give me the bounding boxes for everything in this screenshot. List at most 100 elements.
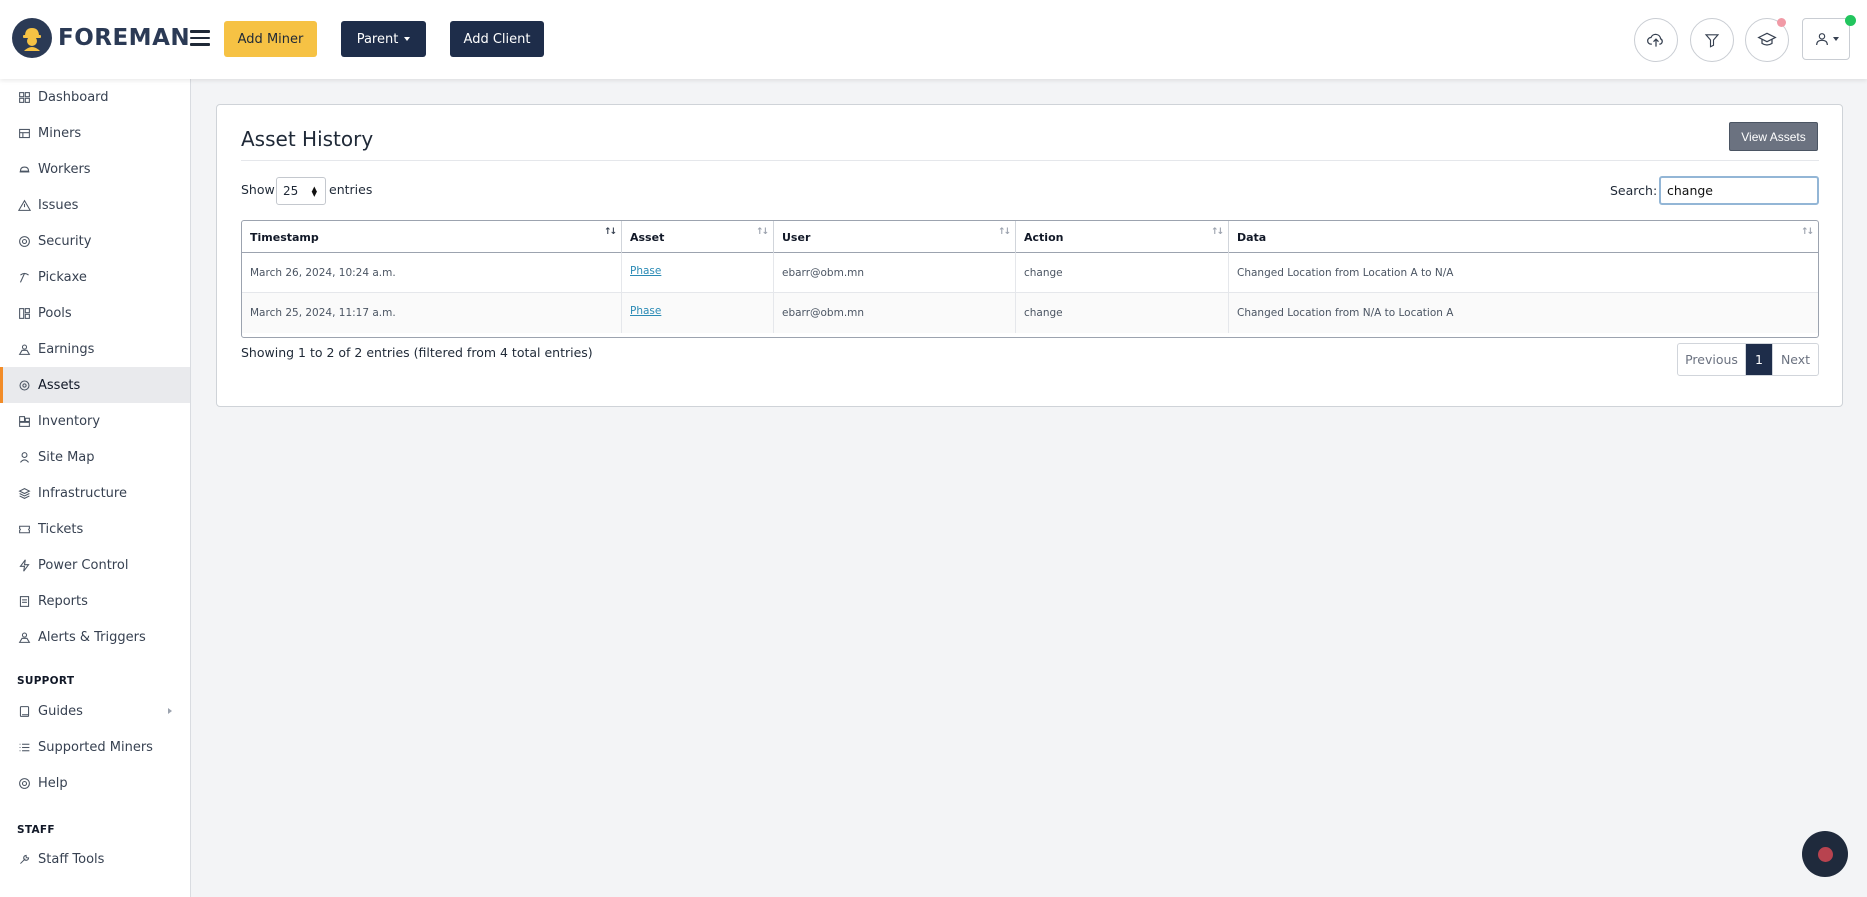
graduation-cap-icon [1757,32,1777,46]
sidebar-item-supported-miners[interactable]: Supported Miners [0,729,190,765]
sidebar-item-label: Reports [38,593,88,609]
add-client-button[interactable]: Add Client [450,21,544,57]
filter-button[interactable] [1690,18,1734,62]
upload-button[interactable] [1634,18,1678,62]
sidebar: Dashboard Miners Workers Issues Security… [0,79,191,897]
column-header-label: Data [1237,230,1267,244]
sidebar-item-dashboard[interactable]: Dashboard [0,79,190,115]
sidebar-item-label: Security [38,233,92,249]
gear-icon [19,380,30,390]
pickaxe-icon [19,272,29,283]
pagination-page-1[interactable]: 1 [1746,344,1772,375]
column-header-label: User [782,230,811,244]
asset-link[interactable]: Phase [630,305,661,317]
sidebar-item-label: Guides [38,703,83,719]
sidebar-item-issues[interactable]: Issues [0,187,190,223]
foreman-logo-icon [12,18,52,58]
menu-toggle-icon[interactable] [190,30,210,46]
tools-icon [20,854,30,864]
sidebar-item-site-map[interactable]: Site Map [0,439,190,475]
top-bar: FOREMAN Add Miner Parent Add Client [0,0,1867,79]
entries-label: entries [329,182,373,197]
sidebar-item-assets[interactable]: Assets [0,367,190,403]
parent-label: Parent [356,31,399,47]
column-header-label: Action [1024,230,1064,244]
column-header-timestamp[interactable]: Timestamp ↑↓ [242,221,622,253]
bell-icon [18,632,31,643]
column-header-label: Asset [630,230,665,244]
sort-desc-icon: ↑↓ [603,227,617,237]
entries-select-value: 25 [283,184,299,198]
sidebar-item-earnings[interactable]: Earnings [0,331,190,367]
sidebar-item-pickaxe[interactable]: Pickaxe [0,259,190,295]
sidebar-item-infrastructure[interactable]: Infrastructure [0,475,190,511]
view-assets-button[interactable]: View Assets [1729,122,1818,151]
sidebar-item-workers[interactable]: Workers [0,151,190,187]
sort-icon: ↑↓ [755,227,769,237]
sidebar-item-pools[interactable]: Pools [0,295,190,331]
cell-action: change [1016,293,1229,333]
search-input[interactable] [1659,176,1819,205]
sidebar-item-label: Pools [38,305,72,321]
pagination: Previous 1 Next [1677,343,1819,376]
sidebar-item-tickets[interactable]: Tickets [0,511,190,547]
sidebar-item-label: Alerts & Triggers [38,629,146,645]
sidebar-item-guides[interactable]: Guides [0,693,190,729]
user-menu-button[interactable] [1802,15,1856,60]
asset-history-card: Asset History View Assets Show 25 ▲ ▼ ent… [216,104,1843,407]
asset-link[interactable]: Phase [630,265,661,277]
divider [241,160,1819,161]
warning-icon [18,199,31,211]
sort-icon: ↑↓ [997,227,1011,237]
sidebar-item-reports[interactable]: Reports [0,583,190,619]
column-header-asset[interactable]: Asset ↑↓ [622,221,774,253]
cell-asset: Phase [622,253,774,293]
column-header-data[interactable]: Data ↑↓ [1229,221,1818,253]
sidebar-item-security[interactable]: Security [0,223,190,259]
sidebar-item-help[interactable]: Help [0,765,190,801]
page-title: Asset History [241,127,374,151]
layers-icon [18,487,31,499]
sidebar-item-power-control[interactable]: Power Control [0,547,190,583]
table-row: March 26, 2024, 10:24 a.m. Phase ebarr@o… [242,253,1818,293]
book-icon [19,705,30,717]
cell-user: ebarr@obm.mn [774,293,1016,333]
column-header-action[interactable]: Action ↑↓ [1016,221,1229,253]
chat-icon [1817,846,1833,862]
sort-icon: ↑↓ [1800,227,1814,237]
entries-per-page-select[interactable]: 25 ▲ ▼ [276,177,326,205]
sidebar-item-label: Tickets [38,521,84,537]
select-arrows-icon: ▲ ▼ [311,185,317,198]
brand-name: FOREMAN [58,25,191,51]
academy-button[interactable] [1745,18,1789,62]
sidebar-item-miners[interactable]: Miners [0,115,190,151]
chat-launcher-button[interactable] [1802,831,1848,877]
pagination-next[interactable]: Next [1772,344,1818,375]
sidebar-item-alerts-triggers[interactable]: Alerts & Triggers [0,619,190,655]
earnings-icon [18,344,31,355]
sidebar-item-label: Assets [38,377,81,393]
cell-data: Changed Location from Location A to N/A [1237,267,1454,279]
sidebar-item-label: Site Map [38,449,95,465]
add-miner-button[interactable]: Add Miner [224,21,317,57]
column-header-label: Timestamp [250,230,319,244]
sidebar-item-label: Inventory [38,413,101,429]
cell-asset: Phase [622,293,774,333]
search-label: Search: [1610,183,1658,198]
cell-data: Changed Location from N/A to Location A [1237,307,1454,319]
sidebar-item-inventory[interactable]: Inventory [0,403,190,439]
sidebar-section-support: SUPPORT [17,675,75,687]
caret-down-icon [1832,37,1839,41]
sidebar-item-label: Power Control [38,557,129,573]
sidebar-item-staff-tools[interactable]: Staff Tools [0,841,190,877]
cell-action: change [1016,253,1229,293]
dashboard-icon [19,91,30,103]
column-header-user[interactable]: User ↑↓ [774,221,1016,253]
report-icon [19,595,30,607]
parent-dropdown-button[interactable]: Parent [341,21,426,57]
pagination-previous[interactable]: Previous [1678,344,1746,375]
sidebar-item-label: Infrastructure [38,485,127,501]
user-icon [1815,33,1828,46]
logo[interactable]: FOREMAN [12,18,190,58]
asset-history-table: Timestamp ↑↓ Asset ↑↓ User ↑↓ Action ↑↓ … [241,220,1819,338]
